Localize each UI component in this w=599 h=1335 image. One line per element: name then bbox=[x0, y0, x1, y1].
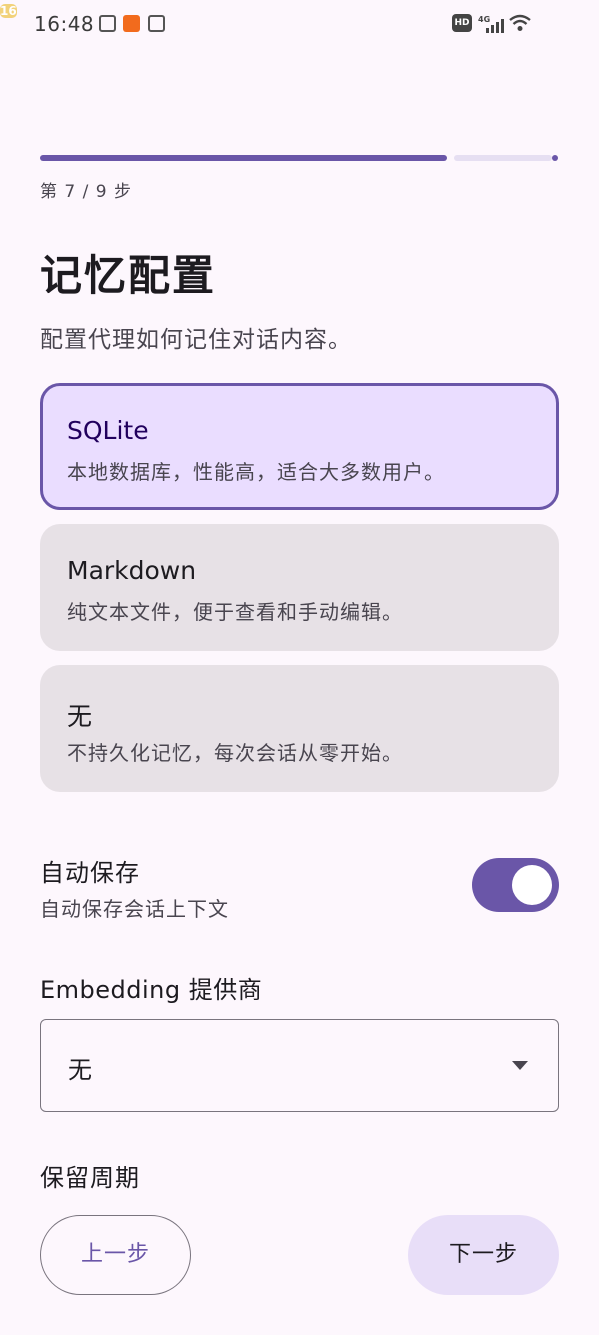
network-type-label: 4G bbox=[478, 15, 490, 24]
next-step-button[interactable]: 下一步 bbox=[408, 1215, 559, 1295]
hd-icon: HD bbox=[452, 14, 472, 32]
wifi-icon bbox=[509, 14, 531, 31]
option-description: 纯文本文件，便于查看和手动编辑。 bbox=[67, 600, 403, 624]
notification-app-icon bbox=[148, 15, 165, 32]
autosave-description: 自动保存会话上下文 bbox=[40, 897, 229, 921]
notification-app-icon bbox=[99, 15, 116, 32]
option-description: 不持久化记忆，每次会话从零开始。 bbox=[67, 741, 403, 765]
option-title: SQLite bbox=[67, 416, 149, 445]
signal-4g-icon: 4G bbox=[478, 15, 504, 33]
retention-period-label: 保留周期 bbox=[40, 1164, 140, 1192]
previous-step-button[interactable]: 上一步 bbox=[40, 1215, 191, 1295]
status-bar: 16:48 HD 4G 16 bbox=[0, 0, 599, 48]
option-title: Markdown bbox=[67, 556, 197, 585]
option-sqlite[interactable]: SQLite 本地数据库，性能高，适合大多数用户。 bbox=[40, 383, 559, 510]
toggle-knob bbox=[512, 865, 552, 905]
progress-bar-filled bbox=[40, 155, 447, 161]
step-counter: 第 7 / 9 步 bbox=[40, 182, 132, 202]
memory-config-screen: 16:48 HD 4G 16 第 7 / 9 步 记忆配置 配置代理如何记住对话… bbox=[0, 0, 599, 1335]
dropdown-arrow-icon bbox=[512, 1061, 528, 1070]
embedding-provider-label: Embedding 提供商 bbox=[40, 976, 263, 1004]
option-none[interactable]: 无 不持久化记忆，每次会话从零开始。 bbox=[40, 665, 559, 792]
notification-app-icon bbox=[123, 15, 140, 32]
autosave-toggle[interactable] bbox=[472, 858, 559, 912]
progress-end-indicator bbox=[552, 155, 558, 161]
option-markdown[interactable]: Markdown 纯文本文件，便于查看和手动编辑。 bbox=[40, 524, 559, 651]
dropdown-selected-value: 无 bbox=[68, 1056, 92, 1084]
status-time: 16:48 bbox=[34, 12, 95, 36]
option-title: 无 bbox=[67, 702, 93, 731]
embedding-provider-select[interactable]: 无 bbox=[40, 1019, 559, 1112]
page-subtitle: 配置代理如何记住对话内容。 bbox=[40, 327, 352, 353]
progress-bar-remaining bbox=[454, 155, 552, 161]
page-title: 记忆配置 bbox=[40, 251, 217, 300]
autosave-title: 自动保存 bbox=[40, 859, 140, 887]
option-description: 本地数据库，性能高，适合大多数用户。 bbox=[67, 460, 445, 484]
battery-icon: 16 bbox=[0, 4, 17, 18]
